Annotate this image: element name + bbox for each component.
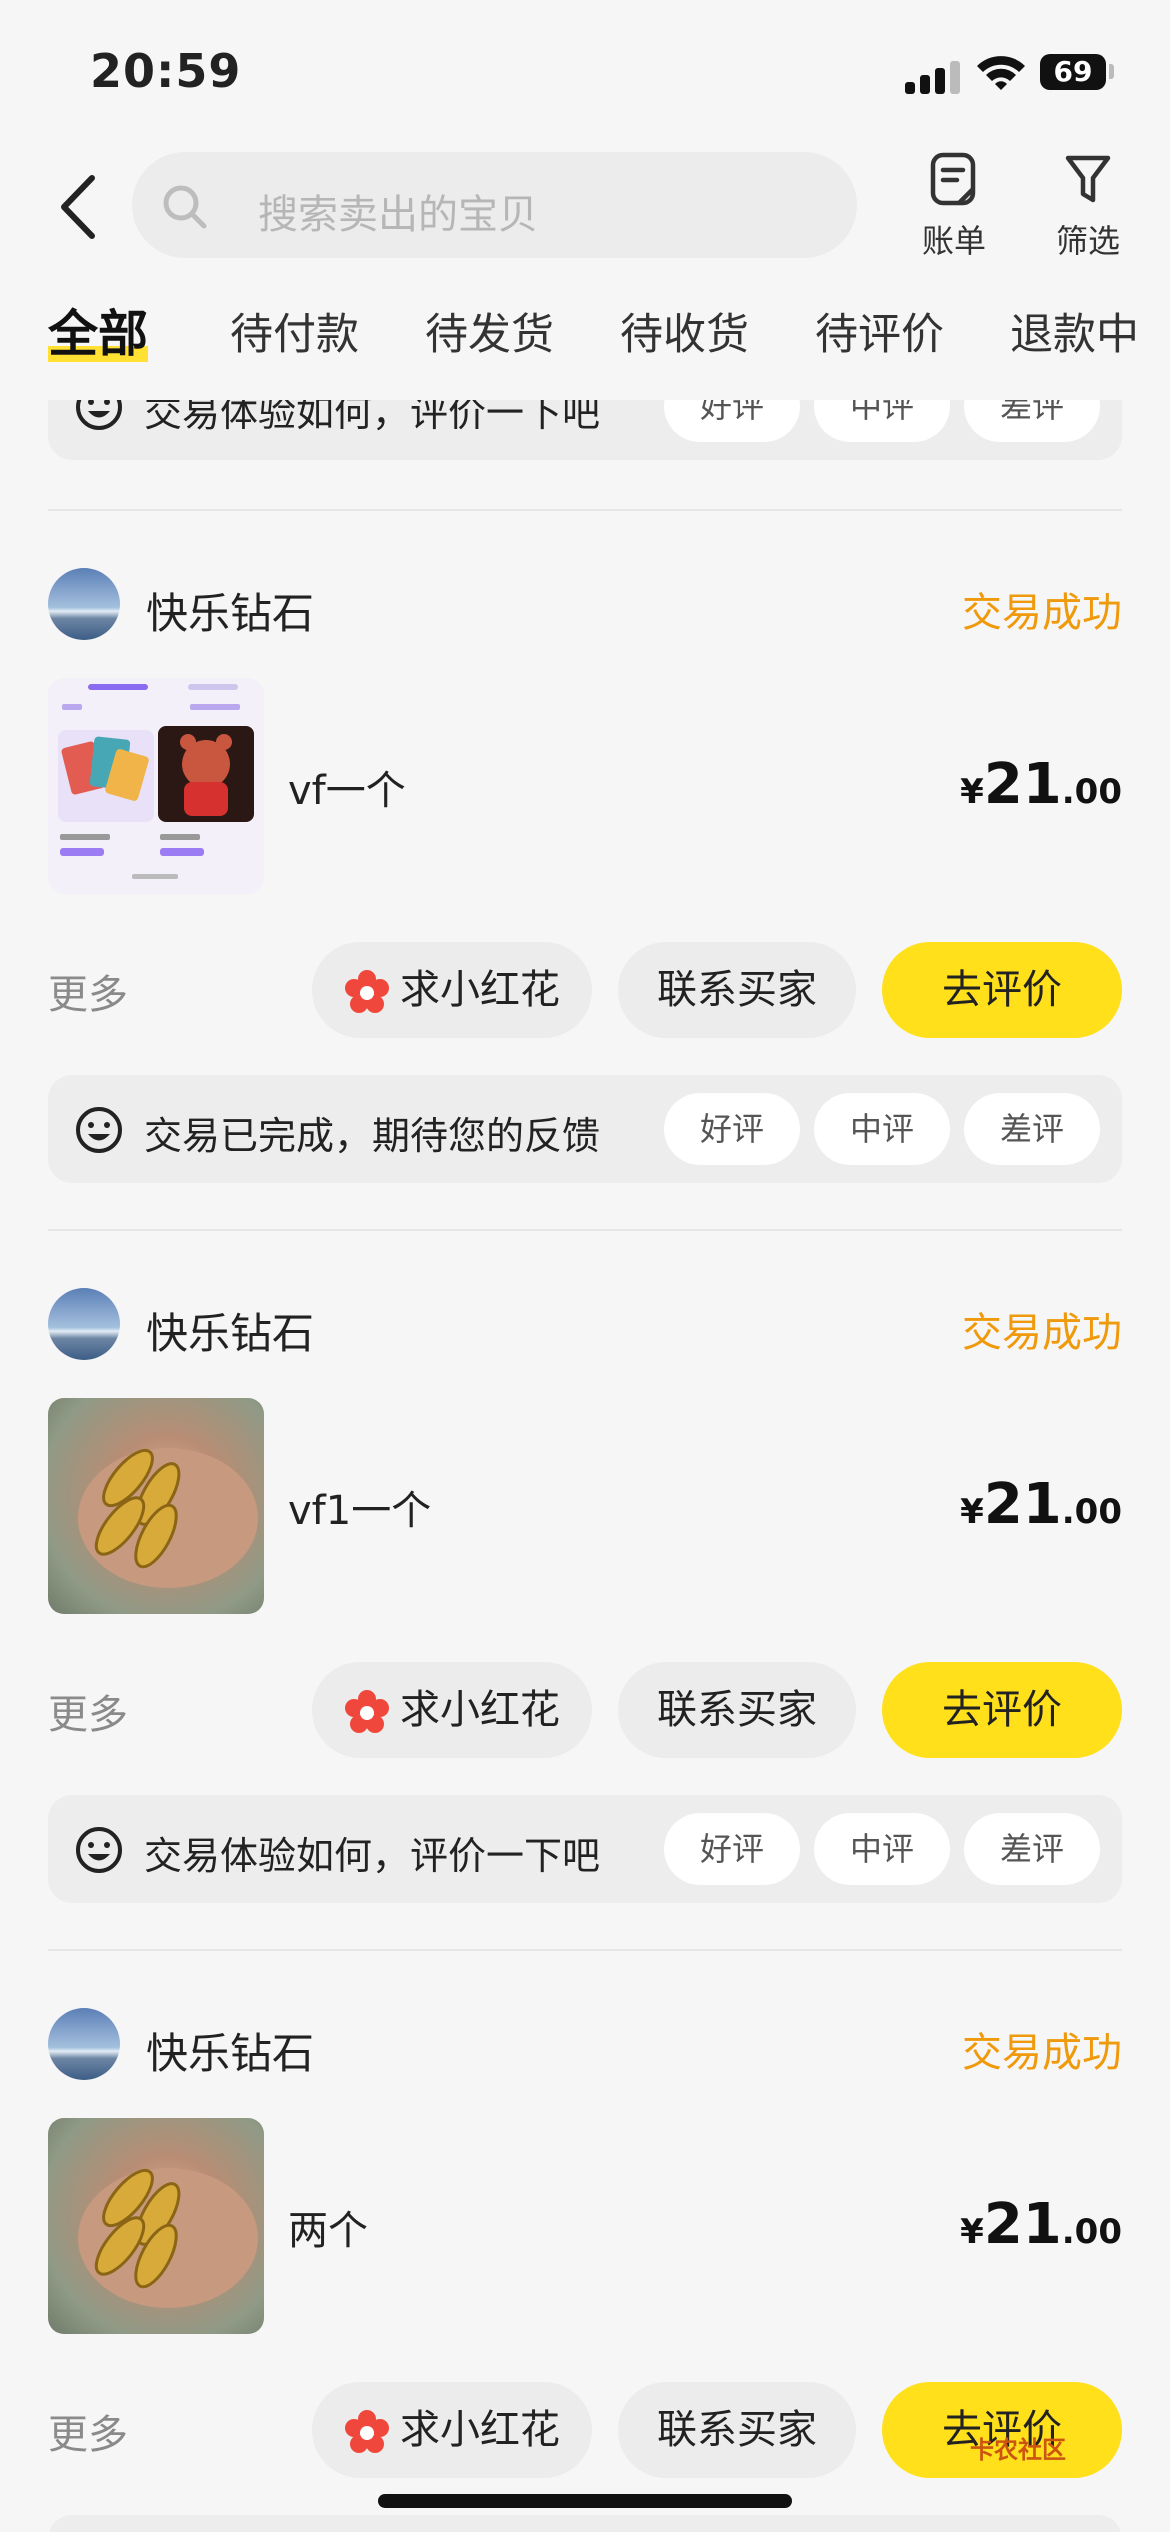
- order-list[interactable]: 交易体验如何，评价一下吧 好评 中评 差评 快乐钻石 交易成功 vf一个 ¥21…: [0, 400, 1170, 2532]
- price-decimal: .00: [1061, 2212, 1122, 2252]
- contact-buyer-button[interactable]: 联系买家: [618, 2382, 856, 2478]
- price-integer: 21: [983, 752, 1062, 817]
- battery-indicator: 69: [1040, 54, 1106, 90]
- contact-buyer-button[interactable]: 联系买家: [618, 1662, 856, 1758]
- good-review-chip[interactable]: 好评: [664, 1813, 800, 1885]
- seller-avatar[interactable]: [48, 1288, 120, 1360]
- smiley-icon: [76, 1107, 122, 1153]
- seller-avatar[interactable]: [48, 2008, 120, 2080]
- more-link[interactable]: 更多: [48, 2402, 128, 2460]
- price-currency: ¥: [960, 1492, 984, 1532]
- feedback-text: 交易体验如何，评价一下吧: [144, 1834, 601, 1878]
- ask-flower-button[interactable]: 求小红花: [312, 942, 592, 1038]
- price-decimal: .00: [1061, 772, 1122, 812]
- neutral-review-chip[interactable]: 中评: [814, 1813, 950, 1885]
- product-image: [78, 1448, 258, 1588]
- tab-pending-receipt[interactable]: 待收货: [620, 300, 749, 362]
- ask-flower-label: 求小红花: [400, 967, 560, 1013]
- filter-button[interactable]: 筛选: [1056, 152, 1120, 262]
- watermark: 卡农社区: [970, 2436, 1066, 2464]
- bill-label: 账单: [922, 222, 987, 260]
- order-status: 交易成功: [962, 590, 1122, 636]
- order-status: 交易成功: [962, 2030, 1122, 2076]
- product-price: ¥21.00: [960, 2192, 1122, 2257]
- order-divider: [48, 509, 1122, 511]
- tab-pending-review[interactable]: 待评价: [815, 300, 944, 362]
- review-button[interactable]: 去评价: [882, 942, 1122, 1038]
- feedback-bar: 交易已完成，期待您的反馈 好评 中评 差评: [48, 1075, 1122, 1183]
- tab-pending-payment[interactable]: 待付款: [230, 300, 359, 362]
- feedback-bar: 交易体验如何，评价一下吧 好评 中评 差评: [48, 1795, 1122, 1903]
- seller-avatar[interactable]: [48, 568, 120, 640]
- more-link[interactable]: 更多: [48, 962, 128, 1020]
- product-price: ¥21.00: [960, 1472, 1122, 1537]
- status-bar: 20:59 69: [0, 0, 1170, 140]
- search-placeholder: 搜索卖出的宝贝: [258, 192, 538, 238]
- seller-name[interactable]: 快乐钻石: [146, 580, 314, 641]
- review-button[interactable]: 去评价: [882, 1662, 1122, 1758]
- good-review-chip[interactable]: 好评: [664, 400, 800, 442]
- product-thumbnail[interactable]: [48, 678, 264, 894]
- filter-label: 筛选: [1056, 222, 1121, 260]
- filter-icon: [1065, 155, 1111, 203]
- neutral-review-chip[interactable]: 中评: [814, 400, 950, 442]
- good-review-chip[interactable]: 好评: [664, 1093, 800, 1165]
- tab-pending-shipment[interactable]: 待发货: [425, 300, 554, 362]
- more-link[interactable]: 更多: [48, 1682, 128, 1740]
- flower-icon: [345, 970, 389, 1013]
- home-indicator[interactable]: [378, 2494, 792, 2508]
- neutral-review-chip[interactable]: 中评: [814, 1093, 950, 1165]
- product-price: ¥21.00: [960, 752, 1122, 817]
- clock: 20:59: [90, 44, 242, 98]
- ask-flower-button[interactable]: 求小红花: [312, 2382, 592, 2478]
- product-image: [78, 2168, 258, 2308]
- order-divider: [48, 1949, 1122, 1951]
- order-divider: [48, 1229, 1122, 1231]
- price-integer: 21: [983, 2192, 1062, 2257]
- bad-review-chip[interactable]: 差评: [964, 1813, 1100, 1885]
- seller-name[interactable]: 快乐钻石: [146, 1300, 314, 1361]
- product-image: [58, 684, 254, 879]
- product-thumbnail[interactable]: [48, 1398, 264, 1614]
- product-thumbnail[interactable]: [48, 2118, 264, 2334]
- smiley-icon: [76, 1827, 122, 1873]
- tab-all[interactable]: 全部: [48, 294, 148, 366]
- seller-name[interactable]: 快乐钻石: [146, 2020, 314, 2081]
- feedback-bar-cut: [48, 2515, 1122, 2532]
- price-currency: ¥: [960, 2212, 984, 2252]
- product-title[interactable]: vf一个: [288, 758, 406, 816]
- bill-button[interactable]: 账单: [922, 152, 986, 262]
- feedback-text: 交易已完成，期待您的反馈: [144, 1114, 601, 1158]
- search-icon: [163, 185, 207, 229]
- bill-icon: [930, 152, 976, 206]
- search-bar[interactable]: 搜索卖出的宝贝: [132, 152, 857, 258]
- feedback-bar-partial: 交易体验如何，评价一下吧 好评 中评 差评: [48, 400, 1122, 460]
- battery-cap: [1109, 64, 1114, 79]
- order-tabs: 全部 待付款 待发货 待收货 待评价 退款中: [0, 300, 1170, 380]
- cellular-signal-icon: [905, 61, 960, 94]
- product-title[interactable]: vf1一个: [288, 1478, 431, 1536]
- ask-flower-label: 求小红花: [400, 1687, 560, 1733]
- top-bar: 搜索卖出的宝贝 账单 筛选: [0, 150, 1170, 270]
- back-arrow-icon[interactable]: [50, 170, 110, 245]
- bad-review-chip[interactable]: 差评: [964, 400, 1100, 442]
- flower-icon: [345, 2410, 389, 2453]
- price-integer: 21: [983, 1472, 1062, 1537]
- smiley-icon: [76, 400, 122, 430]
- bad-review-chip[interactable]: 差评: [964, 1093, 1100, 1165]
- order-status: 交易成功: [962, 1310, 1122, 1356]
- ask-flower-label: 求小红花: [400, 2407, 560, 2453]
- feedback-text: 交易体验如何，评价一下吧: [144, 400, 601, 435]
- tab-refunding[interactable]: 退款中: [1010, 300, 1139, 362]
- price-decimal: .00: [1061, 1492, 1122, 1532]
- wifi-icon: [977, 56, 1025, 90]
- product-title[interactable]: 两个: [288, 2198, 368, 2256]
- ask-flower-button[interactable]: 求小红花: [312, 1662, 592, 1758]
- price-currency: ¥: [960, 772, 984, 812]
- flower-icon: [345, 1690, 389, 1733]
- contact-buyer-button[interactable]: 联系买家: [618, 942, 856, 1038]
- tab-all-label: 全部: [48, 305, 148, 363]
